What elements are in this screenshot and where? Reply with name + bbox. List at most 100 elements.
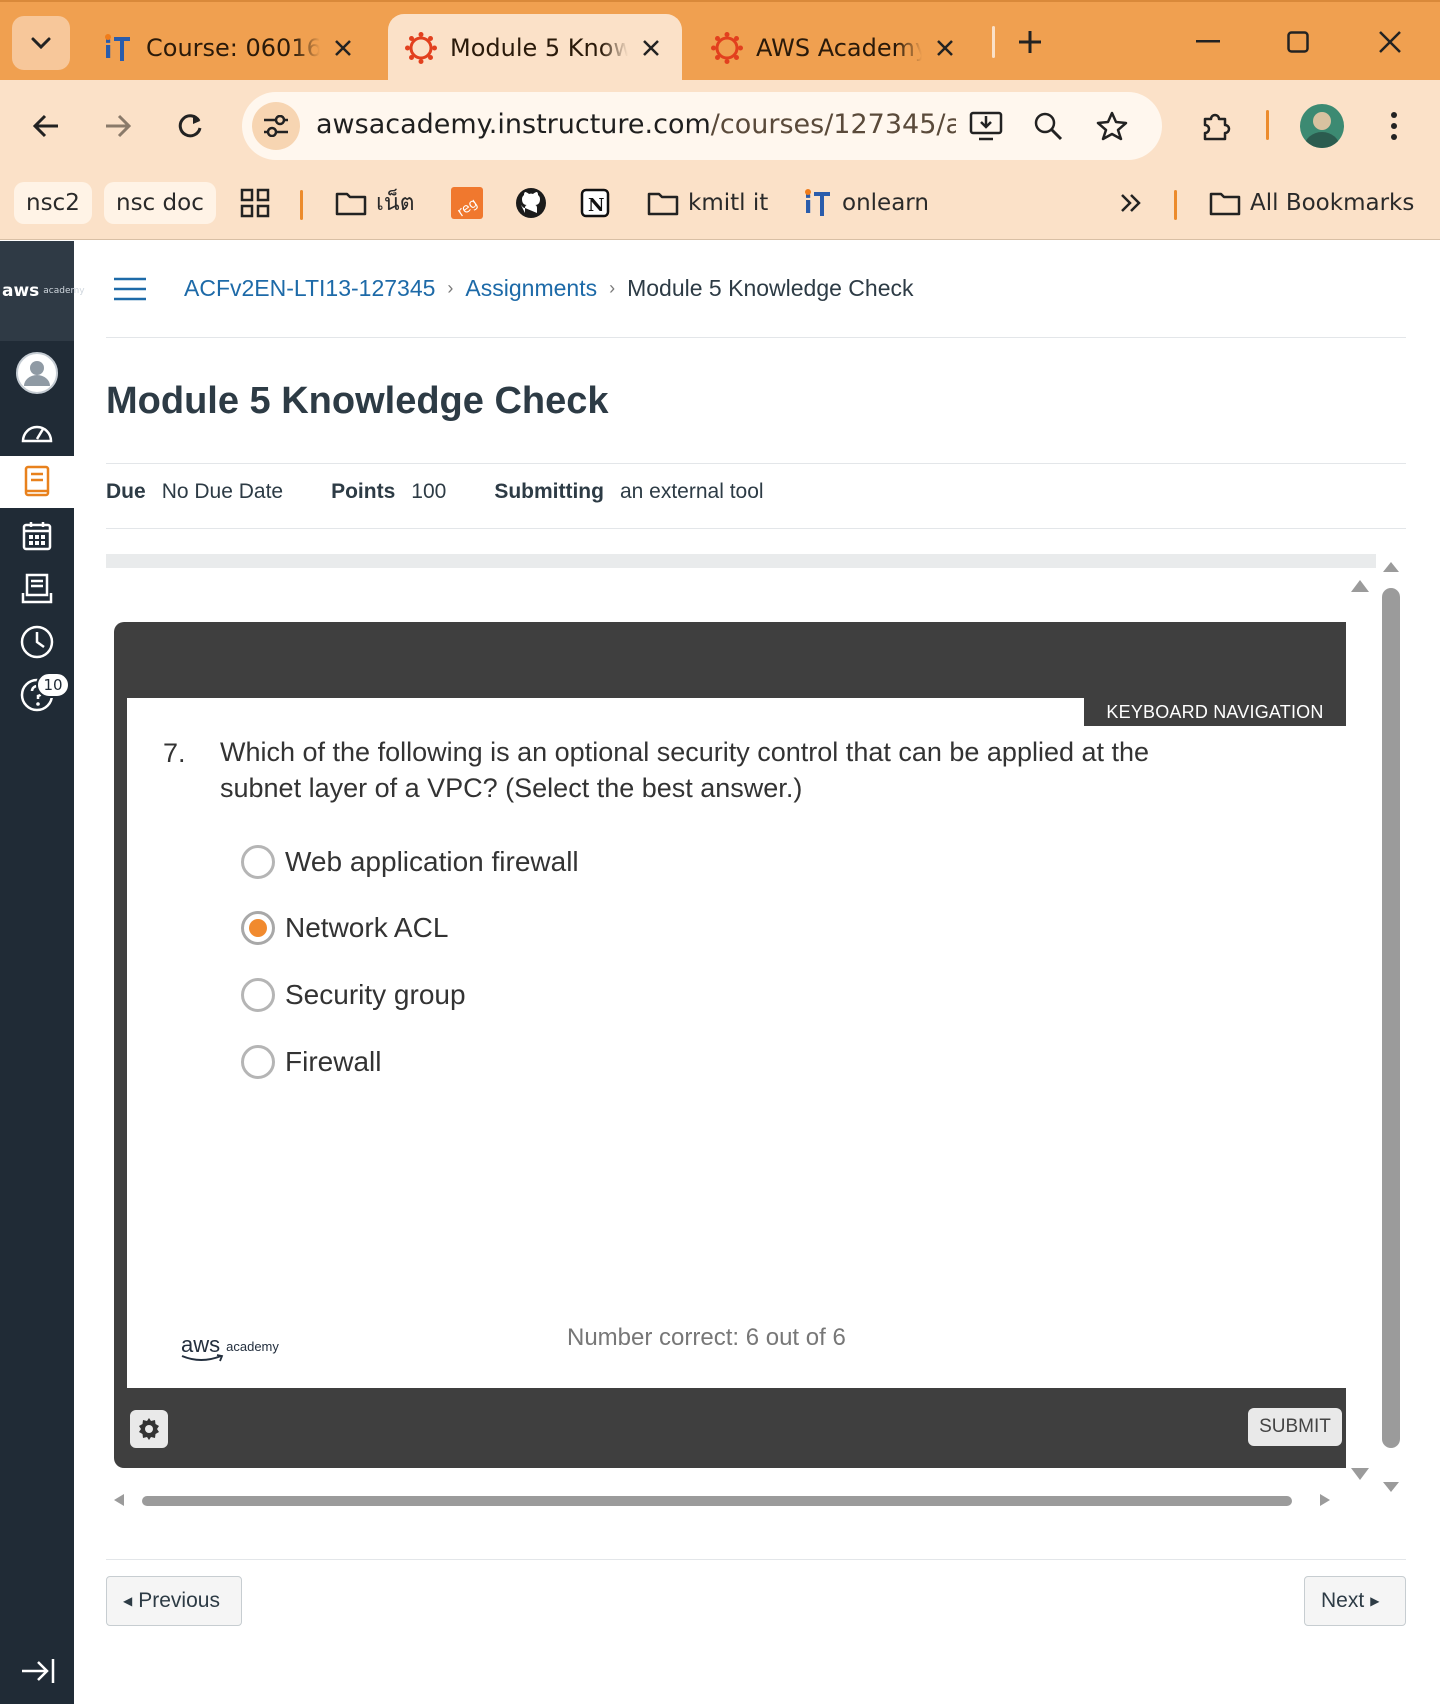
calendar-icon	[22, 522, 52, 551]
bookmark-apps[interactable]	[238, 182, 280, 224]
menu-button[interactable]	[1368, 100, 1420, 152]
bookmark-onlearn[interactable]: i onlearn	[800, 182, 929, 224]
tab-strip: i Course: 060164 Module 5 Know AWS Acade…	[0, 0, 1440, 82]
nav-history[interactable]	[0, 616, 74, 668]
nav-courses[interactable]	[0, 456, 74, 508]
bookmark-github[interactable]	[514, 182, 556, 224]
back-button[interactable]	[20, 100, 72, 152]
url-text[interactable]: awsacademy.instructure.com/courses/12734…	[316, 109, 956, 140]
new-tab-button[interactable]	[1010, 22, 1050, 62]
radio-button-selected[interactable]	[241, 911, 275, 945]
bookmark-nsc2[interactable]: nsc2	[14, 182, 92, 224]
url-path: /courses/127345/as...	[710, 109, 956, 140]
bookmark-folder-net[interactable]: เน็ต	[334, 182, 415, 224]
help-badge: 10	[36, 672, 70, 698]
install-app-button[interactable]	[964, 104, 1008, 148]
bookmarks-bar: nsc2 nsc doc เน็ต reg N kmitl it i onlea…	[0, 172, 1440, 240]
tab-search-button[interactable]	[12, 16, 70, 70]
radio-button[interactable]	[241, 1045, 275, 1079]
aws-academy-brand: aws academy	[181, 1332, 279, 1362]
scrollbar-thumb[interactable]	[1382, 588, 1400, 1448]
option-network-acl[interactable]: Network ACL	[241, 908, 448, 948]
puzzle-icon	[1203, 113, 1231, 141]
close-window-button[interactable]	[1368, 20, 1412, 64]
global-navigation: aws academy 10	[0, 241, 85, 1704]
close-icon[interactable]	[636, 33, 666, 63]
radio-button[interactable]	[241, 845, 275, 879]
forward-button[interactable]	[92, 100, 144, 152]
collapse-nav-icon[interactable]	[20, 1656, 56, 1686]
settings-button[interactable]	[130, 1410, 168, 1448]
address-bar[interactable]: awsacademy.instructure.com/courses/12734…	[242, 92, 1162, 160]
tab-aws-academy[interactable]: AWS Academy	[694, 14, 976, 82]
double-chevron-right-icon	[1114, 186, 1148, 220]
tab-module-5[interactable]: Module 5 Know	[388, 14, 682, 82]
nav-calendar[interactable]	[0, 510, 74, 562]
extensions-button[interactable]	[1190, 100, 1242, 152]
bookmark-notion[interactable]: N	[578, 182, 620, 224]
close-icon[interactable]	[328, 33, 358, 63]
submit-button[interactable]: SUBMIT	[1248, 1408, 1342, 1446]
breadcrumb: ACFv2EN-LTI13-127345 › Assignments › Mod…	[184, 262, 914, 314]
bookmark-nsc-doc[interactable]: nsc doc	[104, 182, 216, 224]
notion-icon: N	[578, 186, 612, 220]
points-label: Points	[331, 480, 396, 503]
bookmark-reg[interactable]: reg	[450, 182, 492, 224]
github-icon	[514, 186, 548, 220]
all-bookmarks-button[interactable]: All Bookmarks	[1208, 182, 1414, 224]
bookmark-label: nsc2	[26, 190, 80, 216]
dashboard-icon	[21, 425, 53, 443]
nav-inbox[interactable]	[0, 563, 74, 615]
radio-button[interactable]	[241, 978, 275, 1012]
nav-dashboard[interactable]	[0, 405, 74, 457]
aws-smile-icon	[181, 1354, 224, 1362]
maximize-button[interactable]	[1276, 20, 1320, 64]
previous-button[interactable]: ◀ Previous	[106, 1576, 242, 1626]
breadcrumb-current: Module 5 Knowledge Check	[627, 274, 914, 301]
bookmark-label: All Bookmarks	[1250, 190, 1415, 216]
iframe-horizontal-scrollbar[interactable]	[112, 1492, 1342, 1506]
number-correct: Number correct: 6 out of 6	[567, 1324, 846, 1351]
iframe-vertical-scrollbar[interactable]	[1376, 554, 1406, 1504]
hamburger-menu-icon[interactable]	[112, 276, 148, 302]
zoom-button[interactable]	[1026, 104, 1070, 148]
minimize-button[interactable]	[1186, 20, 1230, 64]
divider	[106, 463, 1406, 464]
keyboard-navigation-button[interactable]: KEYBOARD NAVIGATION	[1084, 698, 1346, 726]
reload-button[interactable]	[164, 100, 216, 152]
next-button[interactable]: Next ▶	[1304, 1576, 1406, 1626]
option-firewall[interactable]: Firewall	[241, 1042, 381, 1082]
inner-scroll-up-arrow-icon[interactable]	[1351, 578, 1369, 592]
option-security-group[interactable]: Security group	[241, 975, 466, 1015]
breadcrumb-assignments-link[interactable]: Assignments	[465, 275, 597, 302]
aws-academy-logo[interactable]: aws academy	[0, 241, 85, 341]
tab-course[interactable]: i Course: 060164	[84, 14, 374, 82]
tab-title: Course: 060164	[146, 34, 320, 62]
divider	[106, 528, 1406, 529]
site-info-button[interactable]	[252, 102, 300, 150]
bookmark-folder-kmitl[interactable]: kmitl it	[646, 182, 768, 224]
close-icon[interactable]	[930, 33, 960, 63]
canvas-logo-icon	[710, 31, 744, 65]
scroll-down-arrow-icon[interactable]	[1383, 1482, 1399, 1494]
chevron-right-icon: ›	[609, 277, 616, 298]
more-bookmarks-button[interactable]	[1114, 182, 1156, 224]
scrollbar-thumb[interactable]	[142, 1496, 1292, 1506]
bookmark-star-button[interactable]	[1090, 104, 1134, 148]
scroll-right-arrow-icon[interactable]	[1320, 1494, 1332, 1506]
account-icon	[16, 352, 58, 394]
scroll-up-arrow-icon[interactable]	[1383, 560, 1399, 572]
bookmark-label: nsc doc	[116, 190, 204, 216]
nav-help[interactable]: 10	[0, 669, 74, 721]
tune-icon	[264, 115, 288, 137]
toolbar-separator	[1266, 110, 1269, 140]
profile-avatar[interactable]	[1300, 104, 1344, 148]
scroll-left-arrow-icon[interactable]	[112, 1494, 124, 1506]
nav-account[interactable]	[0, 347, 74, 399]
option-web-application-firewall[interactable]: Web application firewall	[241, 842, 579, 882]
tab-title: AWS Academy	[756, 34, 922, 62]
breadcrumb-course-link[interactable]: ACFv2EN-LTI13-127345	[184, 275, 435, 302]
inner-scroll-down-arrow-icon[interactable]	[1351, 1468, 1369, 1482]
more-vertical-icon	[1391, 112, 1397, 140]
bookmark-label: kmitl it	[688, 190, 769, 216]
